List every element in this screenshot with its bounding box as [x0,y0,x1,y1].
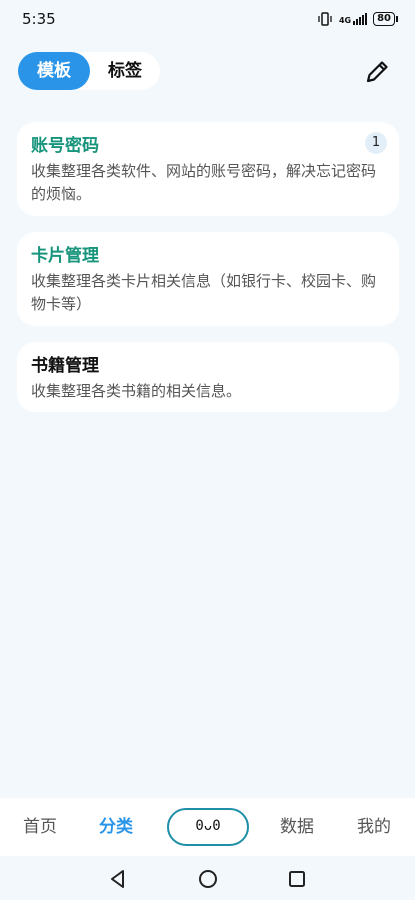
card-description: 收集整理各类书籍的相关信息。 [31,382,242,400]
bottom-nav: 首页 分类 0ᴗ0 数据 我的 [0,798,415,856]
category-card-cards[interactable]: 卡片管理 收集整理各类卡片相关信息（如银行卡、校园卡、购物卡等） [17,232,399,326]
status-icons: 4G 80 [317,12,398,26]
status-bar: 5:35 4G 80 [0,0,415,38]
card-description: 收集整理各类软件、网站的账号密码，解决忘记密码的烦恼。 [31,162,377,203]
signal-icon: 4G [338,13,368,25]
network-type: 4G [338,16,352,25]
nav-center-button[interactable]: 0ᴗ0 [167,808,249,846]
tab-template[interactable]: 模板 [18,52,90,90]
nav-category[interactable]: 分类 [99,798,133,856]
vibrate-icon [318,12,332,26]
home-circle-icon[interactable] [197,868,219,890]
nav-me[interactable]: 我的 [357,798,391,856]
nav-data[interactable]: 数据 [280,798,314,856]
card-description: 收集整理各类卡片相关信息（如银行卡、校园卡、购物卡等） [31,272,377,313]
card-title: 账号密码 [31,136,99,156]
tab-tags[interactable]: 标签 [90,52,160,90]
count-badge: 1 [365,132,387,154]
category-card-books[interactable]: 书籍管理 收集整理各类书籍的相关信息。 [17,342,399,412]
category-card-accounts[interactable]: 账号密码 收集整理各类软件、网站的账号密码，解决忘记密码的烦恼。 1 [17,122,399,216]
recents-square-icon[interactable] [286,868,308,890]
battery-icon: 80 [373,12,398,26]
card-title: 卡片管理 [31,246,99,266]
status-time: 5:35 [22,10,56,28]
header: 模板 标签 [0,52,415,92]
system-nav-bar [0,856,415,900]
nav-home[interactable]: 首页 [23,798,57,856]
back-triangle-icon[interactable] [107,868,129,890]
segmented-tabs: 模板 标签 [18,52,160,90]
pencil-icon[interactable] [363,58,391,86]
card-title: 书籍管理 [31,356,99,376]
